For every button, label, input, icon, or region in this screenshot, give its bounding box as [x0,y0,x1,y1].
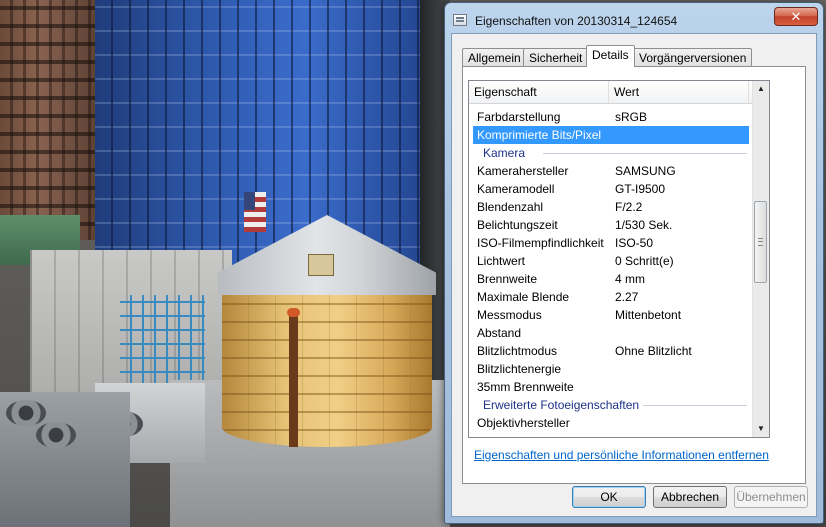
group-header[interactable]: Kamera [473,144,749,162]
fan-icon [6,400,46,426]
property-value: Ohne Blitzlicht [615,344,692,358]
water-tank-body [222,272,432,447]
list-item[interactable]: Blendenzahl F/2.2 [473,198,749,216]
property-name: Blendenzahl [477,200,544,214]
cancel-button[interactable]: Abbrechen [653,486,727,508]
dialog-client-area: Allgemein Sicherheit Details Vorgängerve… [451,33,817,517]
list-item[interactable]: Abstand [473,324,749,342]
list-item[interactable]: Kamerahersteller SAMSUNG [473,162,749,180]
tab-details[interactable]: Details [586,45,635,67]
list-item[interactable]: Messmodus Mittenbetont [473,306,749,324]
group-divider [643,405,747,406]
list-item[interactable]: Blitzlichtenergie [473,360,749,378]
property-name: Kamerahersteller [477,164,569,178]
property-name: Abstand [477,326,522,340]
property-value: Mittenbetont [615,308,682,322]
property-name: Komprimierte Bits/Pixel [477,128,602,142]
property-name: ISO-Filmempfindlichkeit [477,236,604,250]
list-item[interactable]: Belichtungszeit 1/530 Sek. [473,216,749,234]
property-value: 4 mm [615,272,645,286]
scroll-up-arrow-icon[interactable]: ▲ [753,81,769,97]
blue-scaffolding [120,295,205,385]
property-value: 1/530 Sek. [615,218,673,232]
property-name: 35mm Brennweite [477,380,574,394]
water-tank-hatch [308,254,334,276]
list-item[interactable]: ISO-Filmempfindlichkeit ISO-50 [473,234,749,252]
properties-list[interactable]: Eigenschaft Wert Farbdarstellung sRGB Komp… [468,80,770,438]
group-label: Erweiterte Fotoeigenschaften [483,398,640,412]
water-tank-pipe [287,308,300,447]
property-name: Lichtwert [477,254,526,268]
list-item[interactable]: Kameramodell GT-I9500 [473,180,749,198]
scrollbar-thumb[interactable] [754,201,767,283]
group-header[interactable]: Erweiterte Fotoeigenschaften [473,396,749,414]
property-value: SAMSUNG [615,164,676,178]
properties-dialog: Eigenschaften von 20130314_124654 ✕ Allg… [444,2,824,524]
tab-allgemein[interactable]: Allgemein [462,48,527,66]
list-item[interactable]: Blitzlichtmodus Ohne Blitzlicht [473,342,749,360]
property-name: Maximale Blende [477,290,570,304]
title-bar[interactable]: Eigenschaften von 20130314_124654 ✕ [445,3,823,33]
vertical-scrollbar[interactable]: ▲ ▼ [752,81,769,437]
column-header-value[interactable]: Wert [609,81,749,103]
property-value: 2.27 [615,290,639,304]
brick-building [0,0,95,240]
column-header-property[interactable]: Eigenschaft [469,81,609,103]
grip-icon [758,238,763,246]
property-name: Blitzlichtenergie [477,362,562,376]
list-header: Eigenschaft Wert [469,81,769,104]
property-name: Messmodus [477,308,542,322]
list-item[interactable]: Objektivhersteller [473,414,749,432]
ok-button[interactable]: OK [572,486,646,508]
remove-properties-link[interactable]: Eigenschaften und persönliche Informatio… [474,448,769,462]
list-item[interactable]: Farbdarstellung sRGB [473,108,749,126]
close-button[interactable]: ✕ [774,7,818,26]
list-item[interactable]: Maximale Blende 2.27 [473,288,749,306]
group-label: Kamera [483,146,526,160]
window-title: Eigenschaften von 20130314_124654 [475,14,678,28]
list-item-selected[interactable]: Komprimierte Bits/Pixel [473,126,749,144]
property-value: 0 Schritt(e) [615,254,674,268]
list-item[interactable]: 35mm Brennweite [473,378,749,396]
property-name: Kameramodell [477,182,555,196]
group-divider [543,153,747,154]
property-name: Belichtungszeit [477,218,558,232]
list-item[interactable]: Lichtwert 0 Schritt(e) [473,252,749,270]
ac-units [0,392,130,527]
file-properties-icon [453,14,467,26]
fan-icon [36,422,76,448]
property-name: Brennweite [477,272,538,286]
property-value: ISO-50 [615,236,654,250]
apply-button[interactable]: Übernehmen [734,486,808,508]
glass-tower [95,0,445,270]
american-flag [244,192,266,232]
property-name: Blitzlichtmodus [477,344,558,358]
list-item[interactable]: Brennweite 4 mm [473,270,749,288]
property-name: Farbdarstellung [477,110,561,124]
property-name: Objektivhersteller [477,416,570,430]
tab-vorgaengerversionen[interactable]: Vorgängerversionen [633,48,753,66]
property-value: F/2.2 [615,200,643,214]
property-value: GT-I9500 [615,182,666,196]
tab-sicherheit[interactable]: Sicherheit [523,48,589,66]
scroll-down-arrow-icon[interactable]: ▼ [753,421,769,437]
property-value: sRGB [615,110,648,124]
